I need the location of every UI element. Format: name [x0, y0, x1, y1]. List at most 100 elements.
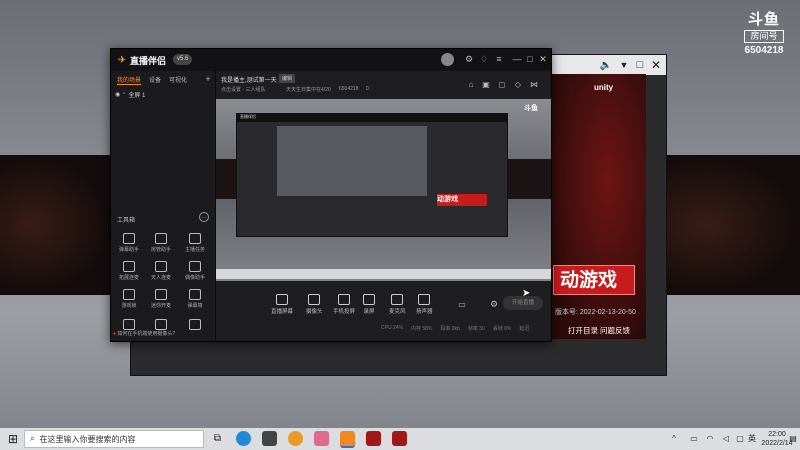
ctrl-screen[interactable]: 直播屏幕 [271, 294, 293, 315]
maximize-button[interactable]: □ [524, 53, 536, 65]
settings-icon[interactable]: ⚙ [463, 53, 475, 65]
minimize-icon[interactable]: □ [633, 58, 647, 72]
tray-volume-icon[interactable]: ◁ [720, 432, 732, 444]
game-taskbar-icon-1[interactable] [366, 431, 381, 446]
logo-brand: 斗鱼 [747, 11, 780, 28]
edge-icon[interactable] [236, 431, 251, 446]
task-view-icon[interactable]: ⧉ [210, 431, 225, 446]
tool-game-lock[interactable]: 游戏锁 [115, 289, 143, 309]
ctrl-mic[interactable]: 麦克风 [389, 294, 406, 315]
download-icon [189, 319, 201, 330]
version-text: 版本号: 2022-02-13-20-50 [555, 309, 636, 316]
ctrl-record[interactable]: 录屏 [363, 294, 375, 315]
gift-icon[interactable]: ◻ [497, 79, 507, 89]
bell-icon[interactable]: ♢ [478, 53, 490, 65]
nested-titlebar [237, 114, 507, 122]
speaker-icon [418, 294, 431, 305]
tray-display-icon[interactable]: ▢ [734, 432, 746, 444]
live-companion-window[interactable]: ✈ 直播伴侣 v5.6 ⚙ ♢ ≡ — □ ✕ 我的场景 设备 可视化 + ◉ … [110, 48, 552, 342]
tab-visual[interactable]: 可视化 [169, 75, 187, 85]
task-icon [189, 233, 201, 244]
app-title: 直播伴侣 [130, 56, 167, 66]
volume-icon[interactable]: 🔈 [599, 58, 613, 72]
game-taskbar-icon-2[interactable] [392, 431, 407, 446]
tool-mini-mic[interactable]: 迷你开麦 [147, 289, 175, 309]
logo-room-id: 6504218 [744, 45, 784, 56]
tool-task[interactable]: 主播任务 [181, 233, 209, 253]
record-toggle-icon[interactable]: ▭ [457, 299, 467, 309]
add-scene-icon[interactable]: + [203, 74, 213, 84]
close-button[interactable]: ✕ [537, 53, 549, 65]
category-info[interactable]: 点击设置 · 三人组队 [221, 86, 265, 93]
app-logo-icon: ✈ [117, 54, 127, 66]
tray-up-icon[interactable]: ^ [668, 432, 680, 444]
mic-icon [391, 294, 404, 305]
menu-icon[interactable]: ≡ [493, 53, 505, 65]
tool-danmu-wall[interactable]: 弹幕墙 [181, 289, 209, 309]
ctrl-speaker[interactable]: 扬声器 [416, 294, 433, 315]
minimize-button[interactable]: — [511, 53, 523, 65]
video-icon [123, 261, 135, 272]
preview-douyu-logo: 斗鱼 [524, 105, 538, 112]
tool-room-admin[interactable]: 房管助手 [147, 233, 175, 253]
open-dir-link[interactable]: 打开目录 [568, 325, 598, 336]
taskbar-search[interactable]: ⌕ 在这里输入你要搜索的内容 [24, 430, 204, 448]
eye-icon[interactable]: ◉ [115, 91, 120, 98]
version-badge[interactable]: v5.6 [173, 54, 193, 65]
user-icon [155, 233, 167, 244]
live-preview[interactable]: 直播伴侣 动游戏 斗鱼 [216, 99, 551, 281]
share-icon[interactable]: ⌂ [466, 79, 476, 89]
lock-icon[interactable]: ▫ [123, 91, 125, 97]
scene-item[interactable]: ◉ ▫ 全屏 1 [115, 89, 211, 99]
wifi-icon: ▼ [619, 60, 629, 70]
tool-danmu[interactable]: 弹幕助手 [115, 233, 143, 253]
ctrl-camera[interactable]: 摄像头 [306, 294, 323, 315]
tray-network-icon[interactable]: ▭ [688, 432, 700, 444]
notify-icon[interactable]: ◇ [513, 79, 523, 89]
room-number: 6504218 [339, 86, 359, 92]
notification-icon[interactable]: ▤ [787, 432, 799, 444]
edit-tag[interactable]: 编辑 [279, 74, 296, 83]
avatar[interactable] [441, 53, 454, 66]
toolbox-label: 工具箱 [117, 218, 136, 224]
lock-icon[interactable]: ▣ [481, 79, 491, 89]
feedback-link[interactable]: 问题反馈 [600, 325, 630, 336]
tool-idol[interactable]: 偶像助手 [181, 261, 209, 281]
live-companion-taskbar-icon[interactable] [340, 431, 355, 448]
tool-link-mic[interactable]: 拓展连麦 [115, 261, 143, 281]
store-icon[interactable] [262, 431, 277, 446]
idol-icon [189, 261, 201, 272]
tab-my-scenes[interactable]: 我的场景 [117, 75, 142, 85]
nested-screen: 直播伴侣 动游戏 [236, 113, 508, 237]
info-icon: ● [113, 331, 117, 337]
record-icon [363, 294, 375, 305]
tray-wifi-icon[interactable]: ◠ [704, 432, 716, 444]
bg-strip-right [665, 155, 800, 295]
close-icon[interactable]: ✕ [649, 58, 663, 72]
danmu-icon [123, 233, 135, 244]
link-icon[interactable]: ⋈ [529, 79, 539, 89]
tab-devices[interactable]: 设备 [149, 75, 161, 85]
stat-latency: 延迟 [519, 326, 530, 332]
search-placeholder: 在这里输入你要搜索的内容 [39, 434, 136, 444]
app-pink-icon[interactable] [314, 431, 329, 446]
windows-start-icon[interactable]: ⊞ [6, 432, 20, 446]
nested-title: 直播伴侣 [240, 114, 256, 119]
stat-drop: 丢帧 0% [492, 326, 512, 332]
input-language[interactable]: 英 [748, 433, 756, 444]
stat-memory: 内存 58% [410, 326, 433, 332]
toolbox-more-icon[interactable]: … [199, 212, 209, 222]
stream-title[interactable]: 我是播主,测试第一天 [221, 75, 277, 84]
camera-hint[interactable]: ● 如何在手机端使用摄像头? [113, 330, 213, 337]
monitor-icon [276, 294, 288, 305]
app-titlebar: ✈ 直播伴侣 v5.6 ⚙ ♢ ≡ — □ ✕ [111, 49, 551, 71]
stat-bitrate: 码率 0kb [440, 326, 460, 332]
mobile-icon [338, 294, 350, 305]
tool-tianren[interactable]: 天人连麦 [147, 261, 175, 281]
settings-gear-icon[interactable]: ⚙ [489, 299, 499, 309]
camera-icon [308, 294, 321, 305]
browser-icon[interactable] [288, 431, 303, 446]
ctrl-mobile[interactable]: 手机投屏 [333, 294, 355, 315]
scene-tabs: 我的场景 设备 可视化 [117, 75, 187, 85]
scene-name: 全屏 1 [128, 92, 146, 99]
